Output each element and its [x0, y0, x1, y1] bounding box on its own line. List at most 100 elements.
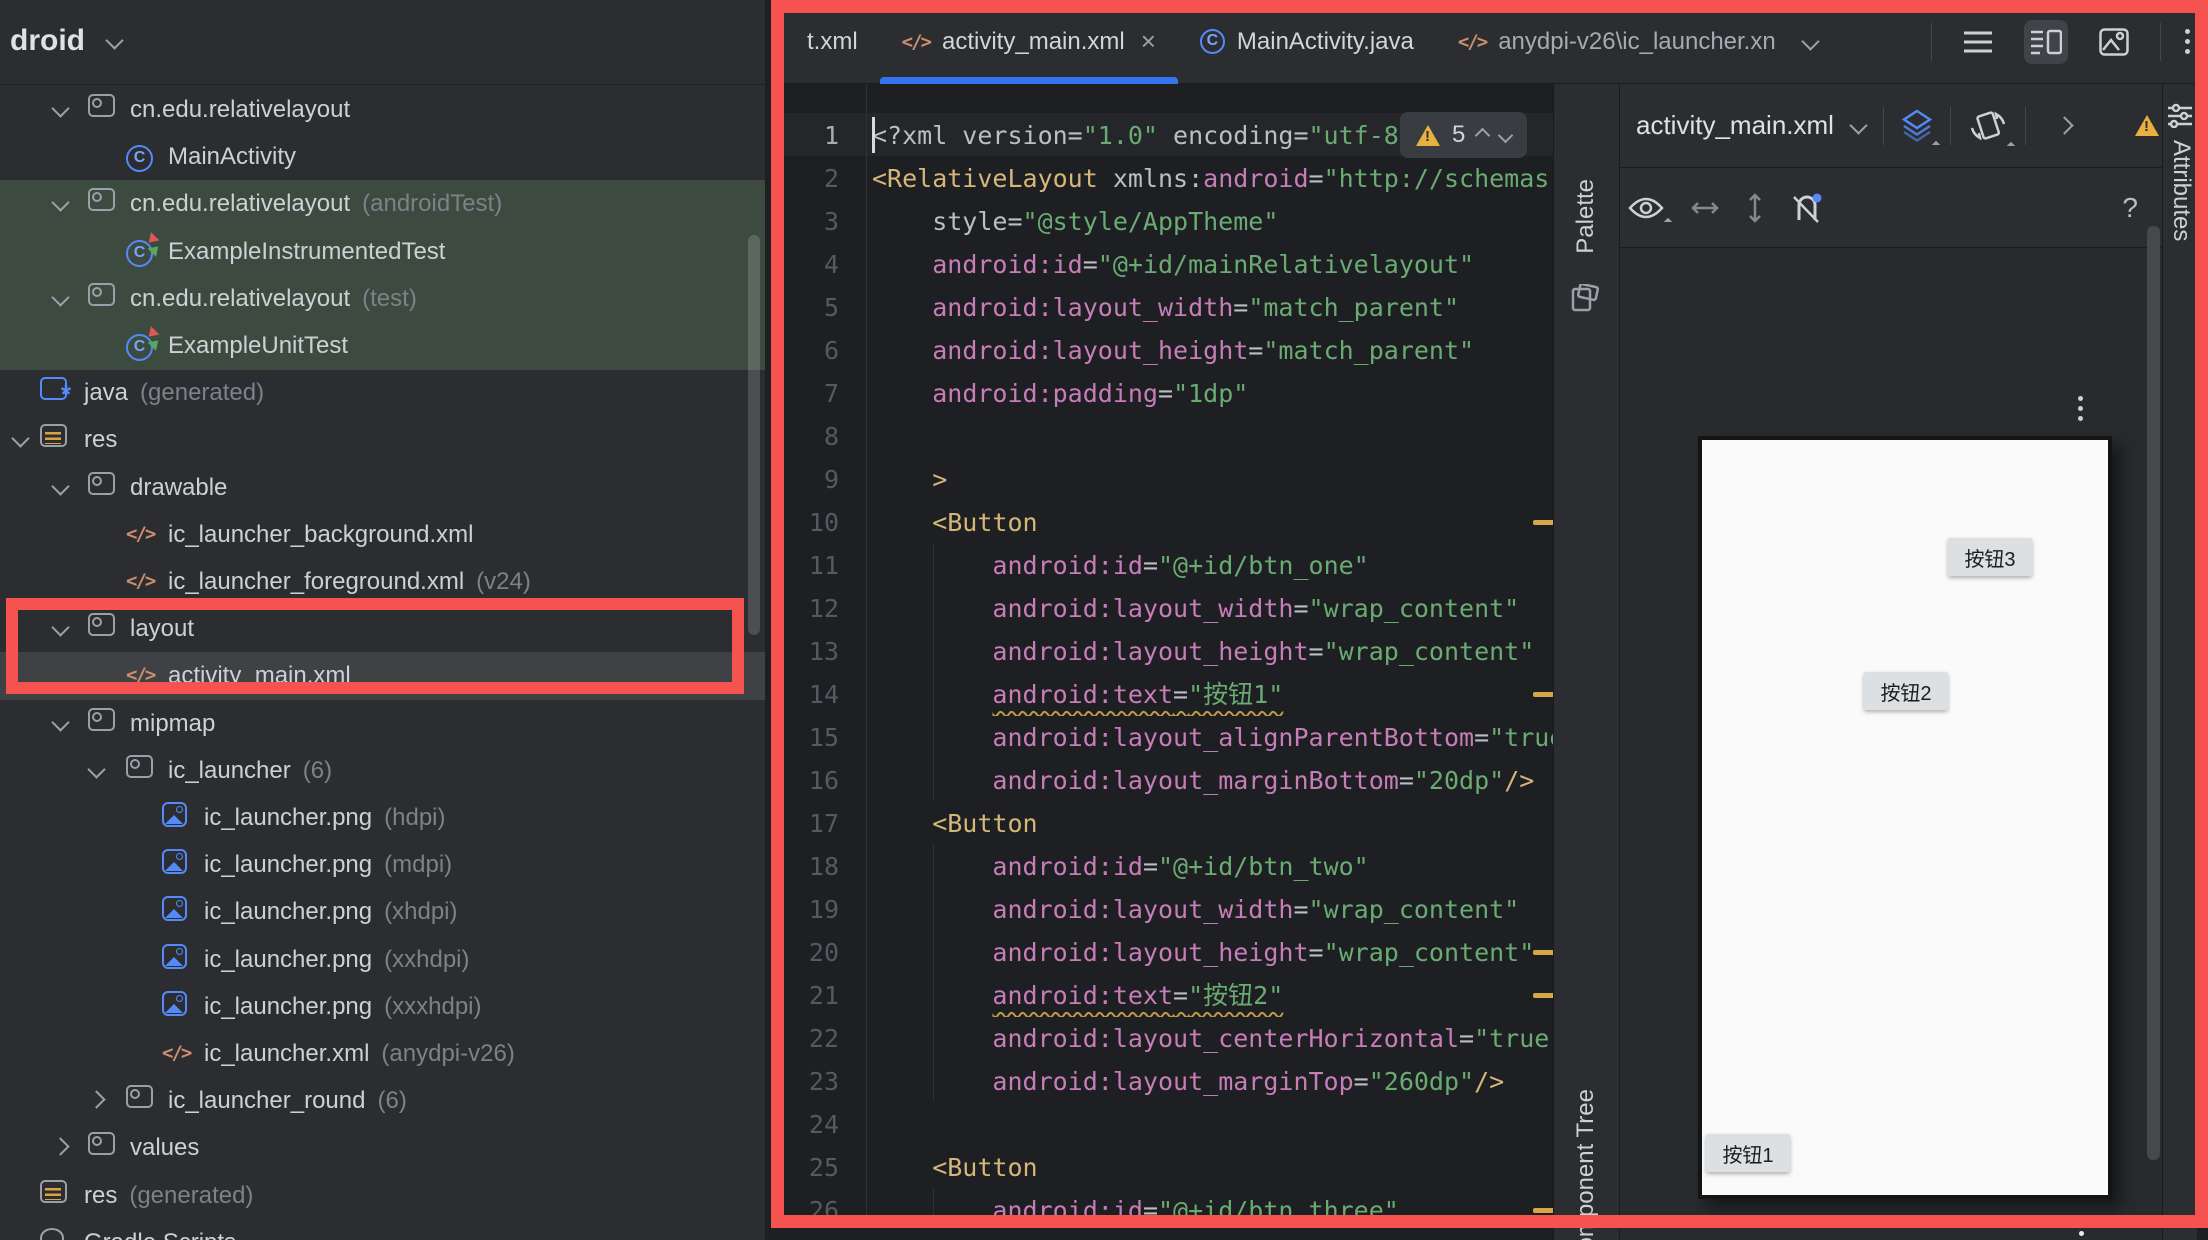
code-line-11[interactable]: android:id="@+id/btn_one"	[872, 544, 1553, 587]
tree-item-ic-launcher-png[interactable]: ic_launcher.png(xxhdpi)	[0, 936, 765, 984]
tree-item-ic-launcher-png[interactable]: ic_launcher.png(hdpi)	[0, 794, 765, 842]
code-line-17[interactable]: <Button	[872, 802, 1553, 845]
tree-item-ic-launcher-png[interactable]: ic_launcher.png(xxxhdpi)	[0, 983, 765, 1031]
tree-item-ic-launcher-background-xml[interactable]: </>ic_launcher_background.xml	[0, 511, 765, 559]
magnet-off-icon[interactable]	[1790, 192, 1822, 224]
code-view-button[interactable]	[1956, 20, 2000, 64]
chevron-right-icon[interactable]	[87, 1090, 105, 1108]
tree-item-mainactivity[interactable]: CMainActivity	[0, 133, 765, 181]
help-icon[interactable]: ?	[2122, 192, 2138, 224]
code-line-14[interactable]: android:text="按钮1"	[872, 673, 1553, 716]
code-line-13[interactable]: android:layout_height="wrap_content"	[872, 630, 1553, 673]
code-line-19[interactable]: android:layout_width="wrap_content"	[872, 888, 1553, 931]
code-line-16[interactable]: android:layout_marginBottom="20dp"/>	[872, 759, 1553, 802]
code-line-8[interactable]	[872, 415, 1553, 458]
chevron-down-icon[interactable]	[51, 288, 69, 306]
tree-item-layout[interactable]: layout	[0, 605, 765, 653]
close-icon[interactable]: ×	[1141, 26, 1156, 57]
editor-tab-t-xml[interactable]: t.xml	[785, 0, 880, 84]
tree-item-activity-main-xml[interactable]: </>activity_main.xml	[0, 652, 765, 700]
split-view-button[interactable]	[2024, 20, 2068, 64]
design-preview-area[interactable]: 按钮3按钮2按钮1 掘金技术社区 @ 用户01320143603	[1620, 248, 2162, 1240]
class-icon: C	[126, 145, 153, 172]
code-line-6[interactable]: android:layout_height="match_parent"	[872, 329, 1553, 372]
view-options-eye-icon[interactable]	[1628, 196, 1664, 220]
orientation-button[interactable]	[1969, 108, 2007, 144]
chevron-down-icon[interactable]	[87, 760, 105, 778]
tree-item-cn-edu-relativelayout[interactable]: cn.edu.relativelayout	[0, 86, 765, 134]
component-tree-tab[interactable]: Component Tree	[1572, 1089, 1600, 1240]
preview-button-2[interactable]: 按钮2	[1864, 672, 1948, 710]
editor-tab-anydpi-v26-ic-launcher-xn[interactable]: </>anydpi-v26\ic_launcher.xn	[1436, 0, 1798, 84]
tree-item-cn-edu-relativelayout[interactable]: cn.edu.relativelayout(test)	[0, 275, 765, 323]
code-line-26[interactable]: android:id="@+id/btn_three"	[872, 1189, 1553, 1232]
editor-options-kebab-icon[interactable]	[2185, 29, 2190, 54]
editor-tab-mainactivity-java[interactable]: CMainActivity.java	[1178, 0, 1436, 84]
vertical-arrow-icon[interactable]	[1746, 192, 1764, 224]
design-file-selector[interactable]: activity_main.xml	[1636, 110, 1834, 141]
code-line-3[interactable]: style="@style/AppTheme"	[872, 200, 1553, 243]
previous-warning-chevron-icon[interactable]	[1475, 127, 1491, 143]
code-line-4[interactable]: android:id="@+id/mainRelativelayout"	[872, 243, 1553, 286]
project-view-selector[interactable]: droid	[10, 24, 85, 58]
project-panel-header[interactable]: droid	[0, 0, 765, 85]
code-line-12[interactable]: android:layout_width="wrap_content"	[872, 587, 1553, 630]
package-icon	[88, 188, 115, 211]
code-line-15[interactable]: android:layout_alignParentBottom="true"	[872, 716, 1553, 759]
tree-item-cn-edu-relativelayout[interactable]: cn.edu.relativelayout(androidTest)	[0, 180, 765, 228]
tree-item-exampleinstrumentedtest[interactable]: CExampleInstrumentedTest	[0, 228, 765, 276]
preview-button-3[interactable]: 按钮1	[1706, 1134, 1790, 1172]
tree-item-exampleunittest[interactable]: CExampleUnitTest	[0, 322, 765, 370]
preview-button-1[interactable]: 按钮3	[1948, 538, 2032, 576]
tree-item-java[interactable]: *java(generated)	[0, 369, 765, 417]
design-scrollbar[interactable]	[2147, 226, 2160, 1160]
code-line-5[interactable]: android:layout_width="match_parent"	[872, 286, 1553, 329]
tree-item-ic-launcher-png[interactable]: ic_launcher.png(mdpi)	[0, 841, 765, 889]
design-warning-icon[interactable]	[2135, 115, 2159, 136]
palette-tab[interactable]: Palette	[1572, 179, 1600, 254]
editor-tab-activity-main-xml[interactable]: </>activity_main.xml×	[880, 0, 1178, 84]
code-line-22[interactable]: android:layout_centerHorizontal="true"	[872, 1017, 1553, 1060]
next-warning-chevron-icon[interactable]	[1498, 127, 1514, 143]
tree-item-res[interactable]: res(generated)	[0, 1172, 765, 1220]
tree-item-ic-launcher-round[interactable]: ic_launcher_round(6)	[0, 1077, 765, 1125]
chevron-down-icon[interactable]	[51, 713, 69, 731]
code-line-21[interactable]: android:text="按钮2"	[872, 974, 1553, 1017]
tree-item-gradle-scripts[interactable]: Gradle Scripts	[0, 1219, 765, 1240]
chevron-down-icon[interactable]	[51, 618, 69, 636]
tab-overflow-chevron-icon[interactable]	[1801, 32, 1819, 50]
chevron-right-icon[interactable]	[2055, 116, 2073, 134]
horizontal-arrow-icon[interactable]	[1690, 199, 1720, 217]
tree-item-mipmap[interactable]: mipmap	[0, 700, 765, 748]
code-line-7[interactable]: android:padding="1dp"	[872, 372, 1553, 415]
chevron-down-icon[interactable]	[51, 477, 69, 495]
tree-item-drawable[interactable]: drawable	[0, 464, 765, 512]
tree-item-ic-launcher-xml[interactable]: </>ic_launcher.xml(anydpi-v26)	[0, 1030, 765, 1078]
code-line-24[interactable]	[872, 1103, 1553, 1146]
line-number: 10	[775, 501, 839, 544]
code-line-23[interactable]: android:layout_marginTop="260dp"/>	[872, 1060, 1553, 1103]
tree-item-res[interactable]: res	[0, 416, 765, 464]
code-line-18[interactable]: android:id="@+id/btn_two"	[872, 845, 1553, 888]
tree-item-values[interactable]: values	[0, 1124, 765, 1172]
chevron-down-icon[interactable]	[51, 99, 69, 117]
chevron-down-icon[interactable]	[51, 194, 69, 212]
code-line-20[interactable]: android:layout_height="wrap_content"	[872, 931, 1553, 974]
code-token: =	[1293, 895, 1308, 924]
design-surface-mode-button[interactable]	[1902, 109, 1932, 143]
preview-kebab-icon[interactable]	[2078, 396, 2083, 421]
attributes-tab[interactable]: Attributes	[2167, 140, 2195, 241]
tree-item-ic-launcher-foreground-xml[interactable]: </>ic_launcher_foreground.xml(v24)	[0, 558, 765, 606]
chevron-right-icon[interactable]	[51, 1138, 69, 1156]
code-line-2[interactable]: <RelativeLayout xmlns:android="http://sc…	[872, 157, 1553, 200]
phone-preview-canvas[interactable]: 按钮3 按钮2 按钮1	[1698, 436, 2112, 1199]
tree-item-ic-launcher-png[interactable]: ic_launcher.png(xhdpi)	[0, 888, 765, 936]
chevron-down-icon[interactable]	[11, 430, 29, 448]
code-line-10[interactable]: <Button	[872, 501, 1553, 544]
project-tree-scrollbar[interactable]	[748, 235, 760, 635]
inspection-widget[interactable]: 5	[1400, 112, 1527, 158]
code-line-9[interactable]: >	[872, 458, 1553, 501]
tree-item-ic-launcher[interactable]: ic_launcher(6)	[0, 747, 765, 795]
design-view-button[interactable]	[2092, 20, 2136, 64]
code-line-25[interactable]: <Button	[872, 1146, 1553, 1189]
